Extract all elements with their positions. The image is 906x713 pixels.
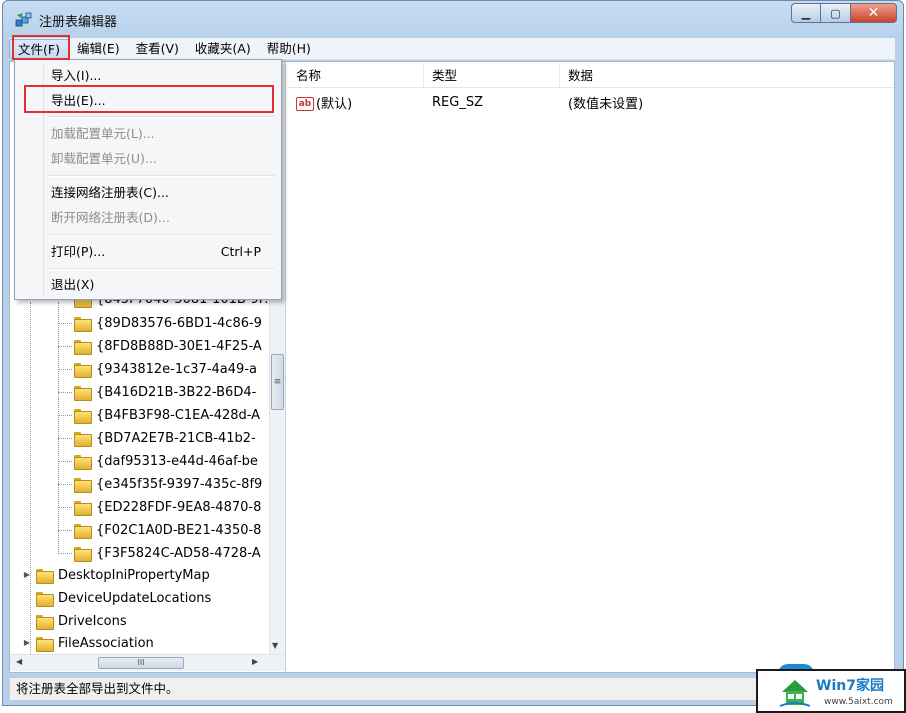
watermark-brand: Win7家园 xyxy=(816,678,884,694)
tree-item-label: {e345f35f-9397-435c-8f9 xyxy=(96,476,263,492)
menu-separator xyxy=(47,175,275,177)
scroll-right-arrow-icon[interactable]: ▶ xyxy=(252,657,258,666)
tree-item-label: {daf95313-e44d-46af-be xyxy=(96,453,258,469)
tree-item-label: DesktopIniPropertyMap xyxy=(58,567,210,583)
tree-item[interactable]: ▶ FileAssociation xyxy=(22,632,154,654)
tree-item[interactable]: {F3F5824C-AD58-4728-A xyxy=(58,542,261,564)
menu-item-exit[interactable]: 退出(X) xyxy=(51,273,273,297)
folder-icon xyxy=(74,362,92,378)
tree-item-label: {F3F5824C-AD58-4728-A xyxy=(96,545,261,561)
menu-favorites[interactable]: 收藏夹(A) xyxy=(187,39,259,59)
tree-item-label: {B416D21B-3B22-B6D4- xyxy=(96,384,257,400)
folder-icon xyxy=(74,385,92,401)
tree-item[interactable]: {ED228FDF-9EA8-4870-8 xyxy=(58,496,261,518)
folder-icon xyxy=(74,500,92,516)
folder-icon xyxy=(36,614,54,630)
maximize-button[interactable]: ▢ xyxy=(821,3,851,23)
menu-separator xyxy=(47,116,275,118)
tree-item[interactable]: DeviceUpdateLocations xyxy=(36,587,211,609)
menu-separator xyxy=(47,234,275,236)
menu-item-disconnect-network-registry: 断开网络注册表(D)... xyxy=(51,210,170,225)
tree-item[interactable]: {daf95313-e44d-46af-be xyxy=(58,450,258,472)
folder-icon xyxy=(36,636,54,652)
menu-item-print[interactable]: 打印(P)... Ctrl+P xyxy=(51,240,273,264)
string-value-icon: ab xyxy=(296,97,314,111)
maximize-icon: ▢ xyxy=(830,6,841,20)
tree-item[interactable]: {e345f35f-9397-435c-8f9 xyxy=(58,473,262,495)
folder-icon xyxy=(74,339,92,355)
expand-arrow-icon[interactable]: ▶ xyxy=(22,570,32,580)
folder-icon xyxy=(74,546,92,562)
tree-item[interactable]: {B4FB3F98-C1EA-428d-A xyxy=(58,404,260,426)
highlight-box-file-menu xyxy=(12,35,70,60)
tree-item-label: {8FD8B88D-30E1-4F25-A xyxy=(96,338,262,354)
window-title: 注册表编辑器 xyxy=(39,15,118,30)
scroll-left-arrow-icon[interactable]: ◀ xyxy=(16,657,22,666)
tree-horizontal-scrollbar[interactable]: ◀ III ▶ xyxy=(10,654,285,671)
folder-icon xyxy=(74,523,92,539)
menu-help[interactable]: 帮助(H) xyxy=(259,39,319,59)
highlight-box-export xyxy=(24,85,274,113)
value-data: (数值未设置) xyxy=(568,96,644,112)
tree-guide-line xyxy=(30,302,31,662)
scroll-down-arrow-icon[interactable]: ▼ xyxy=(272,641,278,650)
list-item[interactable]: ab (默认) REG_SZ (数值未设置) xyxy=(288,90,894,114)
menu-item-unload-hive: 卸载配置单元(U)... xyxy=(51,151,157,166)
tree-item[interactable]: {F02C1A0D-BE21-4350-8 xyxy=(58,519,261,541)
tree-item[interactable]: {8FD8B88D-30E1-4F25-A xyxy=(58,335,262,357)
vertical-scroll-thumb[interactable]: ≡ xyxy=(271,354,284,410)
grip-icon: ≡ xyxy=(273,377,282,387)
folder-icon xyxy=(36,591,54,607)
folder-icon xyxy=(74,316,92,332)
watermark-logo: Win7家园 www.5aixt.com xyxy=(756,669,906,713)
folder-icon xyxy=(74,454,92,470)
folder-icon xyxy=(74,408,92,424)
column-header-type[interactable]: 类型 xyxy=(424,64,560,88)
tree-item-label: {89D83576-6BD1-4c86-9 xyxy=(96,315,262,331)
menu-item-label: 打印(P)... xyxy=(51,244,106,259)
menu-view[interactable]: 查看(V) xyxy=(128,39,187,59)
window-controls: ▁ ▢ ✕ xyxy=(791,3,897,23)
tree-item-label: {9343812e-1c37-4a49-a xyxy=(96,361,257,377)
values-list-pane[interactable]: 名称 类型 数据 ab (默认) REG_SZ (数值未设置) xyxy=(288,62,894,672)
house-icon xyxy=(779,680,811,707)
value-type: REG_SZ xyxy=(432,94,483,110)
shortcut-label: Ctrl+P xyxy=(220,244,261,259)
registry-editor-icon xyxy=(15,12,32,27)
expand-arrow-icon[interactable]: ▶ xyxy=(22,638,32,648)
column-header-data[interactable]: 数据 xyxy=(560,64,894,88)
folder-icon xyxy=(74,431,92,447)
title-bar[interactable]: 注册表编辑器 ▁ ▢ ✕ xyxy=(3,1,903,37)
tree-item[interactable]: ▶ DesktopIniPropertyMap xyxy=(22,564,210,586)
folder-icon xyxy=(74,477,92,493)
tree-item[interactable]: {B416D21B-3B22-B6D4- xyxy=(58,381,256,403)
value-name: (默认) xyxy=(316,96,353,112)
tree-item-label: DeviceUpdateLocations xyxy=(58,590,212,606)
tree-item[interactable]: {89D83576-6BD1-4c86-9 xyxy=(58,312,262,334)
tree-item-label: {BD7A2E7B-21CB-41b2- xyxy=(96,430,256,446)
tree-item[interactable]: {9343812e-1c37-4a49-a xyxy=(58,358,257,380)
tree-item-label: FileAssociation xyxy=(58,635,154,651)
tree-item-label: {F02C1A0D-BE21-4350-8 xyxy=(96,522,262,538)
value-name-cell: ab (默认) xyxy=(288,93,424,112)
close-icon: ✕ xyxy=(867,5,880,21)
menu-edit[interactable]: 编辑(E) xyxy=(69,39,128,59)
list-header: 名称 类型 数据 xyxy=(288,64,894,88)
menu-item-connect-network-registry[interactable]: 连接网络注册表(C)... xyxy=(51,181,273,205)
watermark-url: www.5aixt.com xyxy=(824,697,893,707)
tree-item-label: DriveIcons xyxy=(58,613,127,629)
column-header-name[interactable]: 名称 xyxy=(288,64,424,88)
tree-item[interactable]: {BD7A2E7B-21CB-41b2- xyxy=(58,427,256,449)
menu-item-load-hive: 加载配置单元(L)... xyxy=(51,126,155,141)
tree-item-label: {ED228FDF-9EA8-4870-8 xyxy=(96,499,262,515)
tree-item[interactable]: DriveIcons xyxy=(36,610,127,632)
menu-bar: 文件(F) 编辑(E) 查看(V) 收藏夹(A) 帮助(H) xyxy=(9,38,895,60)
close-button[interactable]: ✕ xyxy=(851,3,897,23)
minimize-icon: ▁ xyxy=(801,6,811,20)
menu-separator xyxy=(47,268,275,270)
tree-item-label: {B4FB3F98-C1EA-428d-A xyxy=(96,407,261,423)
minimize-button[interactable]: ▁ xyxy=(791,3,821,23)
horizontal-scroll-thumb[interactable]: III xyxy=(98,657,184,669)
folder-icon xyxy=(36,568,54,584)
